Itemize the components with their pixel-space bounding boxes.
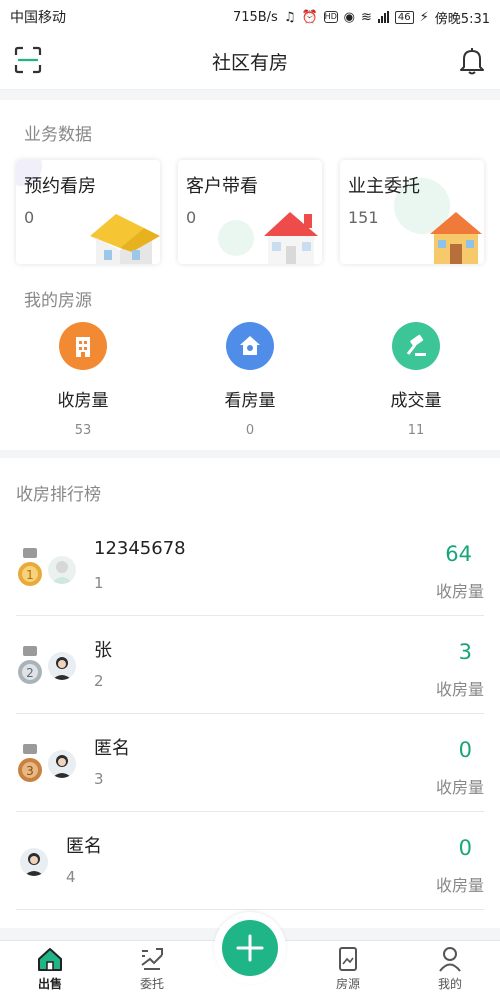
tab-label: 出售 (37, 977, 62, 991)
plus-icon (236, 934, 264, 962)
card-value: 151 (348, 208, 379, 227)
member-rank: 4 (66, 868, 76, 886)
house-eye-icon (226, 322, 274, 370)
tab-listings[interactable]: 房源 (298, 941, 398, 1000)
building-icon (59, 322, 107, 370)
card-title: 业主委托 (348, 176, 420, 197)
member-rank: 3 (94, 770, 104, 788)
table-row[interactable]: 2 张 2 3 收房量 (16, 616, 484, 714)
stat-deals[interactable]: 成交量 11 (351, 322, 481, 438)
scan-button[interactable] (14, 46, 42, 74)
tab-label: 我的 (437, 977, 462, 991)
charging-icon: ⚡ (419, 9, 429, 25)
member-name: 张 (94, 640, 112, 661)
signal-icon (377, 11, 389, 23)
tab-label: 委托 (139, 977, 164, 991)
avatar (20, 848, 48, 876)
ranking-section: 收房排行榜 1 12345678 1 64 收房量 2 张 2 3 收房量 3 … (0, 458, 500, 928)
app-header: 社区有房 (0, 34, 500, 90)
eye-icon: ◉ (343, 9, 356, 25)
tab-sell[interactable]: 出售 (0, 941, 100, 1000)
table-row[interactable]: 匿名 4 0 收房量 (16, 812, 484, 910)
card-client-visit[interactable]: 客户带看 0 (178, 160, 322, 264)
stat-value: 53 (74, 423, 92, 438)
card-owner-entrust[interactable]: 业主委托 151 (340, 160, 484, 264)
battery-icon: 46 (394, 10, 414, 24)
avatar (48, 652, 76, 680)
my-houses-title: 我的房源 (24, 291, 92, 311)
bell-icon (460, 48, 484, 75)
member-rank: 1 (94, 574, 104, 592)
yellow-house-icon (90, 214, 160, 264)
svg-text:3: 3 (26, 764, 34, 778)
gold-medal-icon: 1 (18, 548, 42, 586)
tab-mine[interactable]: 我的 (400, 941, 500, 1000)
member-name: 匿名 (66, 836, 102, 857)
user-icon (439, 947, 461, 972)
bronze-medal-icon: 3 (18, 744, 42, 782)
stat-viewed[interactable]: 看房量 0 (185, 322, 315, 438)
tab-entrust[interactable]: 委托 (102, 941, 202, 1000)
alarm-icon: ⏰ (301, 9, 318, 25)
network-speed: 715B/s (232, 9, 278, 25)
member-rank: 2 (94, 672, 104, 690)
collect-count: 3 (458, 640, 472, 664)
stat-label: 成交量 (390, 391, 442, 411)
collect-unit: 收房量 (435, 876, 484, 895)
card-title: 预约看房 (24, 176, 96, 197)
entrust-icon (141, 948, 163, 970)
card-value: 0 (24, 208, 35, 227)
hd-icon: HD (323, 11, 338, 23)
member-name: 12345678 (94, 538, 186, 559)
card-appointment[interactable]: 预约看房 0 (16, 160, 160, 264)
tab-label: 房源 (335, 977, 360, 991)
orange-house-icon (430, 212, 482, 264)
page-title: 社区有房 (211, 52, 288, 74)
svg-text:2: 2 (26, 666, 34, 680)
avatar (48, 750, 76, 778)
home-icon (38, 948, 62, 971)
carrier-label: 中国移动 (10, 10, 66, 26)
wifi-icon: ≋ (361, 9, 372, 25)
collect-unit: 收房量 (435, 778, 484, 797)
add-button[interactable] (222, 920, 278, 976)
silver-medal-icon: 2 (18, 646, 42, 684)
table-row[interactable]: 1 12345678 1 64 收房量 (16, 518, 484, 616)
stat-value: 11 (407, 423, 425, 438)
business-title: 业务数据 (24, 125, 92, 145)
stat-label: 看房量 (224, 391, 276, 411)
stat-collected[interactable]: 收房量 53 (18, 322, 148, 438)
decor-blob (218, 220, 254, 256)
headphone-icon: ♫ (283, 9, 296, 25)
svg-text:1: 1 (26, 568, 34, 582)
business-section: 业务数据 预约看房 0 客户带看 0 业主委托 151 我的房源 收房量 53 … (0, 100, 500, 450)
clock-time: 傍晚5:31 (434, 11, 490, 27)
card-title: 客户带看 (186, 176, 258, 197)
listing-icon (339, 947, 357, 971)
card-value: 0 (186, 208, 197, 227)
collect-unit: 收房量 (435, 582, 484, 601)
collect-count: 0 (458, 738, 472, 762)
collect-unit: 收房量 (435, 680, 484, 699)
gavel-icon (392, 322, 440, 370)
status-bar: 中国移动 715B/s ♫ ⏰ HD ◉ ≋ 46 ⚡ 傍晚5:31 (0, 0, 500, 34)
collect-count: 64 (445, 542, 472, 566)
stat-label: 收房量 (57, 391, 109, 411)
scan-icon (14, 46, 42, 74)
status-indicators: 715B/s ♫ ⏰ HD ◉ ≋ 46 ⚡ 傍晚5:31 (233, 8, 490, 27)
red-house-icon (264, 212, 318, 264)
member-name: 匿名 (94, 738, 130, 759)
notification-button[interactable] (458, 46, 486, 76)
table-row[interactable]: 3 匿名 3 0 收房量 (16, 714, 484, 812)
avatar (48, 556, 76, 584)
stat-value: 0 (245, 423, 255, 438)
collect-count: 0 (458, 836, 472, 860)
ranking-title: 收房排行榜 (16, 485, 101, 505)
